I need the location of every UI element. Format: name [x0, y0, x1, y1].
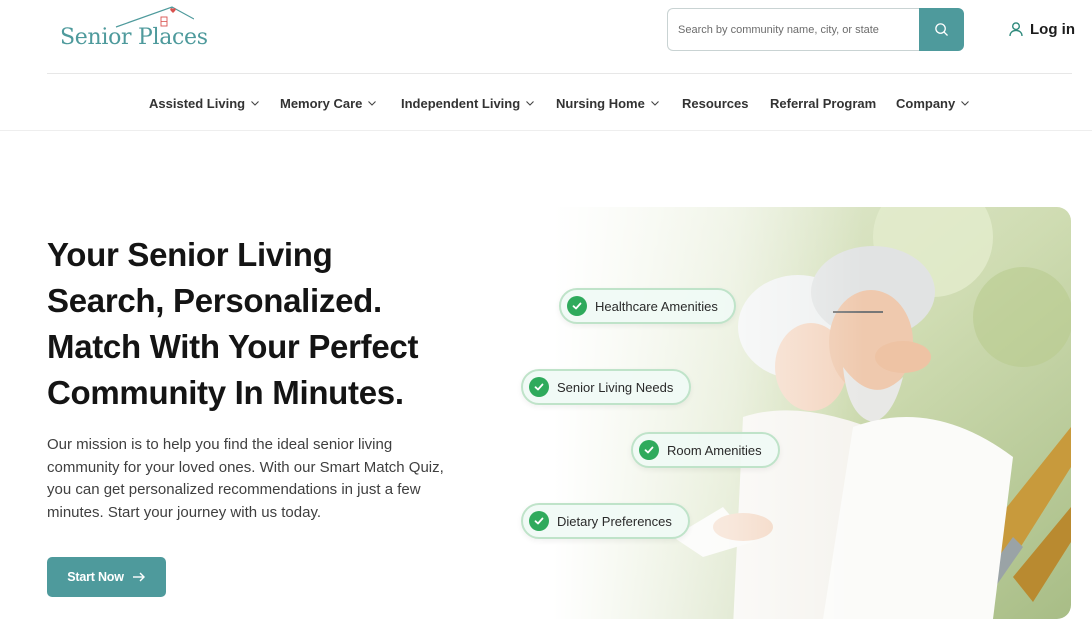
chip-senior-living-needs: Senior Living Needs [521, 369, 692, 405]
hero-title-line: Your Senior Living [47, 236, 333, 273]
nav-item-label: Referral Program [770, 95, 877, 111]
search-input[interactable] [667, 8, 921, 51]
hero-title-line: Match With Your Perfect [47, 328, 419, 365]
search-button[interactable] [919, 8, 964, 51]
nav-item-label: Independent Living [401, 95, 521, 111]
search-bar [667, 8, 964, 51]
brand-name: Senior Places [60, 25, 208, 50]
chevron-down-icon [251, 101, 259, 106]
start-now-button[interactable]: Start Now [47, 557, 166, 597]
hero-title-line: Search, Personalized. [47, 282, 382, 319]
nav-resources[interactable]: Resources [682, 92, 748, 114]
start-now-label: Start Now [67, 570, 124, 584]
nav-item-label: Resources [682, 95, 749, 111]
header-divider [47, 73, 1072, 74]
hero-photo [553, 207, 1071, 619]
chip-room-amenities: Room Amenities [631, 432, 780, 468]
chip-label: Senior Living Needs [557, 379, 674, 395]
check-icon [567, 296, 587, 316]
brand-logo[interactable]: Senior Places [60, 5, 208, 53]
check-icon [639, 440, 659, 460]
nav-item-label: Assisted Living [149, 95, 246, 111]
chip-dietary-preferences: Dietary Preferences [521, 503, 690, 539]
nav-company[interactable]: Company [896, 92, 970, 114]
site-header: Senior Places Log in Assisted Living Mem… [0, 0, 1092, 131]
hero-description-line: Our mission is to help you find the idea… [47, 436, 393, 453]
nav-independent-living[interactable]: Independent Living [401, 92, 535, 114]
chevron-down-icon [650, 101, 659, 106]
check-icon [529, 377, 549, 397]
hero-title-line: Community In Minutes. [47, 374, 404, 411]
hero-description-line: minutes. Start your journey with us toda… [47, 503, 322, 521]
user-icon [1009, 22, 1023, 37]
hero-photo-illustration [553, 207, 1071, 619]
chip-label: Healthcare Amenities [595, 298, 718, 314]
nav-item-label: Memory Care [280, 95, 363, 111]
nav-item-label: Nursing Home [556, 95, 645, 111]
nav-nursing-home[interactable]: Nursing Home [556, 92, 660, 114]
nav-item-label: Company [896, 95, 956, 111]
hero-description-line: community for your loved ones. With our … [47, 458, 444, 476]
hero-title: Your Senior Living Search, Personalized.… [47, 232, 487, 416]
main-nav: Assisted Living Memory Care Independent … [0, 92, 1092, 114]
hero-description-line: you can get personalized recommendations… [47, 481, 421, 498]
chip-label: Room Amenities [667, 442, 762, 458]
arrow-right-icon [132, 572, 145, 582]
chevron-down-icon [368, 101, 377, 106]
nav-memory-care[interactable]: Memory Care [280, 92, 377, 114]
chevron-down-icon [961, 101, 970, 106]
chip-label: Dietary Preferences [557, 513, 672, 529]
check-icon [529, 511, 549, 531]
hero-description: Our mission is to help you find the idea… [47, 434, 457, 524]
nav-assisted-living[interactable]: Assisted Living [149, 92, 260, 114]
chevron-down-icon [526, 101, 535, 106]
chip-healthcare-amenities: Healthcare Amenities [559, 288, 736, 324]
search-icon [935, 23, 948, 36]
login-label: Log in [1030, 20, 1075, 38]
login-link[interactable]: Log in [1008, 18, 1075, 40]
nav-referral-program[interactable]: Referral Program [770, 92, 876, 114]
